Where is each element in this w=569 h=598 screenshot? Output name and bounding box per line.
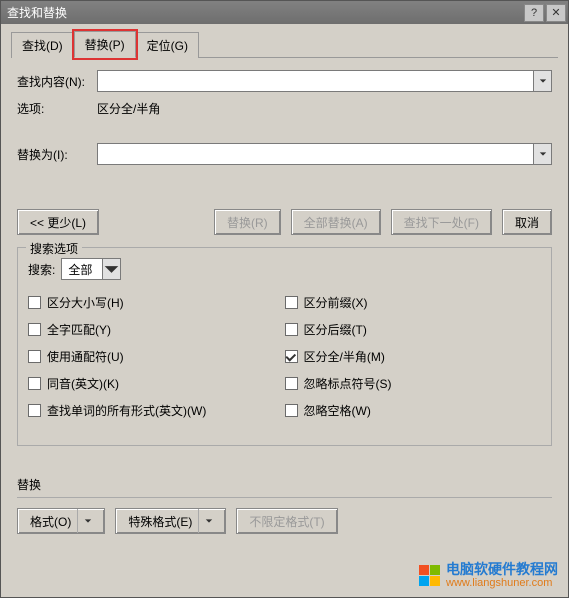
checkbox-label: 区分全/半角(M) xyxy=(304,348,385,365)
search-options-group: 搜索选项 搜索: 全部 区分大小写(H)全字匹配(Y)使用通配符(U)同音(英文… xyxy=(17,247,552,446)
checkbox-icon xyxy=(285,350,298,363)
options-label: 选项: xyxy=(17,100,97,117)
no-format-button[interactable]: 不限定格式(T) xyxy=(236,508,337,534)
search-direction-value: 全部 xyxy=(62,259,102,279)
checkbox-option[interactable]: 区分前缀(X) xyxy=(285,294,542,311)
chevron-down-icon xyxy=(205,517,213,525)
checkbox-option[interactable]: 忽略标点符号(S) xyxy=(285,375,542,392)
chevron-down-icon xyxy=(539,77,547,85)
checkbox-option[interactable]: 区分全/半角(M) xyxy=(285,348,542,365)
search-direction-select[interactable]: 全部 xyxy=(61,258,121,280)
replace-label: 替换为(I): xyxy=(17,146,97,163)
replace-one-button[interactable]: 替换(R) xyxy=(214,209,281,235)
checkbox-icon xyxy=(28,404,41,417)
checkbox-icon xyxy=(28,296,41,309)
cancel-button[interactable]: 取消 xyxy=(502,209,552,235)
checkbox-option[interactable]: 区分后缀(T) xyxy=(285,321,542,338)
replace-all-button[interactable]: 全部替换(A) xyxy=(291,209,381,235)
checkbox-label: 同音(英文)(K) xyxy=(47,375,119,392)
special-format-button[interactable]: 特殊格式(E) xyxy=(115,508,226,534)
search-options-legend: 搜索选项 xyxy=(26,240,82,257)
chevron-down-icon xyxy=(84,517,92,525)
find-label: 查找内容(N): xyxy=(17,73,97,90)
window-title: 查找和替换 xyxy=(7,4,522,21)
checkbox-label: 全字匹配(Y) xyxy=(47,321,111,338)
checkbox-option[interactable]: 使用通配符(U) xyxy=(28,348,285,365)
checkbox-label: 忽略标点符号(S) xyxy=(304,375,392,392)
checkbox-option[interactable]: 查找单词的所有形式(英文)(W) xyxy=(28,402,285,419)
checkbox-icon xyxy=(285,296,298,309)
windows-logo-icon xyxy=(419,565,440,586)
find-input[interactable] xyxy=(97,70,534,92)
title-bar: 查找和替换 ? ✕ xyxy=(1,1,568,24)
checkbox-option[interactable]: 忽略空格(W) xyxy=(285,402,542,419)
watermark-url: www.liangshuner.com xyxy=(446,577,558,589)
tab-goto[interactable]: 定位(G) xyxy=(136,32,199,58)
tab-strip: 查找(D) 替换(P) 定位(G) xyxy=(11,32,558,58)
checkbox-icon xyxy=(28,350,41,363)
options-value: 区分全/半角 xyxy=(97,100,160,117)
help-button[interactable]: ? xyxy=(524,4,544,22)
checkbox-label: 查找单词的所有形式(英文)(W) xyxy=(47,402,206,419)
checkbox-icon xyxy=(28,377,41,390)
checkbox-label: 使用通配符(U) xyxy=(47,348,124,365)
chevron-down-icon xyxy=(539,150,547,158)
checkbox-label: 区分后缀(T) xyxy=(304,321,367,338)
tab-replace[interactable]: 替换(P) xyxy=(74,31,136,58)
close-button[interactable]: ✕ xyxy=(546,4,566,22)
replace-section-legend: 替换 xyxy=(11,476,558,497)
less-button[interactable]: << 更少(L) xyxy=(17,209,99,235)
checkbox-icon xyxy=(285,377,298,390)
checkbox-label: 忽略空格(W) xyxy=(304,402,371,419)
divider xyxy=(17,497,552,498)
checkbox-option[interactable]: 同音(英文)(K) xyxy=(28,375,285,392)
watermark-title: 电脑软硬件教程网 xyxy=(446,562,558,577)
replace-dropdown-button[interactable] xyxy=(534,143,552,165)
checkbox-option[interactable]: 全字匹配(Y) xyxy=(28,321,285,338)
checkbox-icon xyxy=(285,404,298,417)
format-button[interactable]: 格式(O) xyxy=(17,508,105,534)
checkbox-icon xyxy=(285,323,298,336)
search-direction-label: 搜索: xyxy=(28,261,55,278)
replace-input[interactable] xyxy=(97,143,534,165)
checkbox-label: 区分前缀(X) xyxy=(304,294,368,311)
tab-find[interactable]: 查找(D) xyxy=(11,32,74,58)
find-next-button[interactable]: 查找下一处(F) xyxy=(391,209,492,235)
checkbox-label: 区分大小写(H) xyxy=(47,294,124,311)
checkbox-option[interactable]: 区分大小写(H) xyxy=(28,294,285,311)
search-direction-dropdown-button[interactable] xyxy=(102,259,120,279)
chevron-down-icon xyxy=(103,261,120,278)
find-dropdown-button[interactable] xyxy=(534,70,552,92)
watermark: 电脑软硬件教程网 www.liangshuner.com xyxy=(419,562,558,589)
checkbox-icon xyxy=(28,323,41,336)
